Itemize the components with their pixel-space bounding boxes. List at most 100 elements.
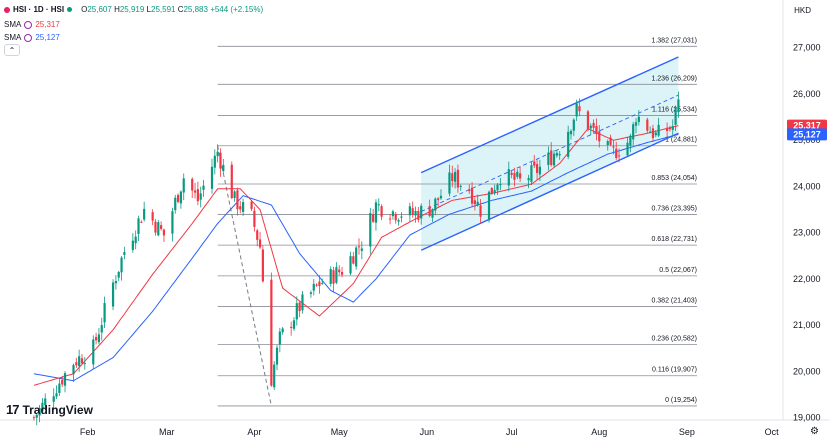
candle-body bbox=[241, 202, 245, 212]
candle-body bbox=[80, 358, 84, 364]
candle bbox=[315, 283, 318, 287]
candle-body bbox=[191, 178, 194, 191]
candle bbox=[114, 275, 117, 290]
candle bbox=[117, 270, 120, 282]
candle bbox=[157, 219, 160, 237]
candle bbox=[369, 207, 372, 255]
candle bbox=[103, 296, 106, 329]
candle bbox=[196, 181, 199, 206]
candle-body bbox=[456, 169, 460, 188]
candle bbox=[332, 266, 335, 292]
candle-body bbox=[388, 218, 392, 220]
candle-body bbox=[493, 190, 496, 194]
chevron-up-icon[interactable]: ⌃ bbox=[4, 44, 20, 56]
candle bbox=[160, 221, 163, 231]
candle-body bbox=[519, 173, 522, 179]
candle-body bbox=[301, 294, 304, 311]
candle bbox=[75, 357, 78, 368]
candle bbox=[295, 296, 298, 326]
candle-body bbox=[592, 122, 595, 128]
price-chart[interactable]: 19,00020,00021,00022,00023,00024,00025,0… bbox=[0, 0, 829, 440]
indicator-value: 25,127 bbox=[35, 33, 60, 42]
indicator-sma-slow[interactable]: SMA 25,127 bbox=[4, 33, 60, 42]
currency-label[interactable]: HKD bbox=[794, 6, 811, 15]
x-tick-label: Aug bbox=[591, 427, 607, 437]
candle-body bbox=[171, 211, 174, 234]
candle bbox=[162, 228, 166, 242]
candle-body bbox=[569, 130, 573, 135]
candle bbox=[137, 215, 140, 242]
candle-body bbox=[315, 284, 318, 286]
candle-body bbox=[114, 281, 117, 284]
symbol-flag-icon bbox=[4, 6, 10, 13]
candle-body bbox=[199, 193, 202, 200]
candle-body bbox=[468, 189, 471, 192]
candle-body bbox=[377, 204, 380, 206]
candle-body bbox=[111, 282, 115, 307]
candle-body bbox=[487, 191, 491, 221]
candle-body bbox=[239, 206, 242, 210]
candle-body bbox=[143, 208, 146, 220]
candle bbox=[298, 300, 301, 318]
candle bbox=[258, 231, 262, 250]
indicator-sma-fast[interactable]: SMA 25,317 bbox=[4, 20, 60, 29]
candle bbox=[357, 238, 361, 255]
y-tick-label: 22,000 bbox=[793, 274, 821, 284]
candle bbox=[273, 361, 276, 390]
candle-body bbox=[298, 302, 301, 312]
open-value: 25,607 bbox=[87, 5, 112, 14]
candle-body bbox=[309, 292, 313, 294]
candle bbox=[63, 371, 67, 393]
candle bbox=[312, 279, 315, 296]
candle-body bbox=[321, 282, 324, 284]
candle-body bbox=[397, 220, 400, 222]
candle-body bbox=[160, 225, 163, 229]
candle bbox=[408, 202, 411, 222]
gear-icon[interactable]: ⚙ bbox=[810, 426, 819, 437]
candle-body bbox=[103, 303, 106, 323]
candle-body bbox=[677, 99, 680, 113]
candle-body bbox=[230, 164, 233, 199]
candle-body bbox=[290, 326, 293, 328]
candle-body bbox=[400, 216, 403, 218]
candle-body bbox=[558, 153, 561, 156]
candle-body bbox=[134, 236, 137, 244]
candle bbox=[275, 345, 279, 371]
tradingview-logo: 17 TradingView bbox=[6, 402, 93, 417]
candle-body bbox=[338, 269, 341, 273]
candle-body bbox=[72, 365, 75, 375]
candle-body bbox=[632, 124, 635, 140]
symbol-title[interactable]: HSI · 1D · HSI bbox=[13, 5, 64, 14]
candle-body bbox=[550, 150, 553, 165]
candle-body bbox=[668, 127, 672, 130]
candle-body bbox=[654, 132, 657, 136]
candle-body bbox=[349, 256, 352, 274]
indicator-name: SMA bbox=[4, 20, 22, 29]
candle-body bbox=[92, 339, 95, 365]
candle-body bbox=[448, 172, 451, 194]
candle bbox=[239, 200, 242, 214]
candle-body bbox=[61, 379, 64, 385]
candle-body bbox=[278, 331, 281, 345]
candle bbox=[100, 317, 103, 341]
candle bbox=[256, 228, 259, 247]
candle-body bbox=[408, 206, 411, 216]
candle bbox=[290, 321, 293, 336]
candle-body bbox=[318, 281, 321, 286]
settings-icon[interactable] bbox=[24, 33, 33, 42]
symbol-header: HSI · 1D · HSI O25,607 H25,919 L25,591 C… bbox=[4, 5, 263, 14]
candle bbox=[151, 209, 154, 226]
candle-body bbox=[233, 191, 236, 198]
candle-body bbox=[275, 347, 279, 365]
candle bbox=[352, 251, 355, 265]
candle-body bbox=[151, 212, 154, 221]
candle bbox=[329, 266, 332, 287]
candle-body bbox=[78, 356, 81, 367]
y-tick-label: 21,000 bbox=[793, 320, 821, 330]
settings-icon[interactable] bbox=[24, 20, 33, 29]
candle-body bbox=[372, 214, 375, 222]
candle-body bbox=[651, 128, 655, 138]
x-tick-label: Mar bbox=[159, 427, 175, 437]
candle-body bbox=[261, 249, 264, 282]
low-value: 25,591 bbox=[151, 5, 176, 14]
